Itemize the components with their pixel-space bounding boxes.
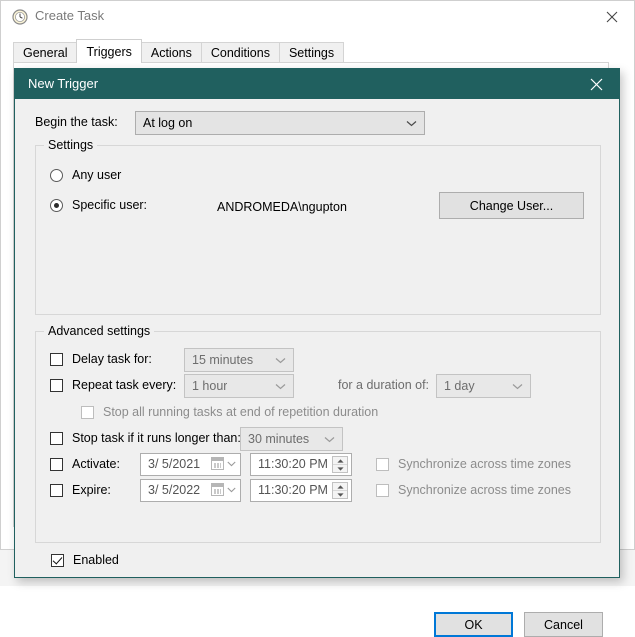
specific-user-value: ANDROMEDA\ngupton xyxy=(217,200,347,214)
any-user-radio[interactable]: Any user xyxy=(50,168,121,182)
spinner-down-icon xyxy=(333,491,347,498)
ok-button[interactable]: OK xyxy=(434,612,513,637)
begin-task-label: Begin the task: xyxy=(35,115,118,129)
chevron-down-icon xyxy=(324,428,335,450)
expire-date-value: 3/ 5/2022 xyxy=(148,483,201,497)
checkbox-indicator xyxy=(50,483,63,497)
tab-settings[interactable]: Settings xyxy=(278,42,345,63)
tab-triggers[interactable]: Triggers xyxy=(76,39,142,63)
duration-value: 1 day xyxy=(444,379,475,393)
specific-user-label: Specific user: xyxy=(72,198,148,212)
stop-all-running-tasks-label: Stop all running tasks at end of repetit… xyxy=(103,405,379,419)
spinner-down-icon xyxy=(333,465,347,472)
checkbox-indicator xyxy=(81,405,94,419)
expire-date-input[interactable]: 3/ 5/2022 xyxy=(140,479,241,502)
chevron-down-icon xyxy=(406,112,417,134)
duration-label: for a duration of: xyxy=(338,378,430,392)
change-user-button[interactable]: Change User... xyxy=(439,192,584,219)
expire-time-value: 11:30:20 PM xyxy=(258,483,328,497)
activate-date-value: 3/ 5/2021 xyxy=(148,457,201,471)
repeat-task-label: Repeat task every: xyxy=(72,378,177,392)
delay-task-value: 15 minutes xyxy=(192,353,254,367)
checkbox-indicator xyxy=(50,352,63,366)
expire-label: Expire: xyxy=(72,483,111,497)
checkbox-indicator xyxy=(50,378,63,392)
radio-indicator xyxy=(50,198,63,212)
task-tabs: General Triggers Actions Conditions Sett… xyxy=(13,39,345,63)
new-trigger-titlebar: New Trigger xyxy=(15,69,619,99)
activate-sync-timezones-checkbox[interactable]: Synchronize across time zones xyxy=(376,457,571,471)
stop-all-running-tasks-checkbox[interactable]: Stop all running tasks at end of repetit… xyxy=(81,405,378,419)
settings-groupbox: Settings Any user Specific user: ANDROME… xyxy=(35,138,601,315)
activate-label: Activate: xyxy=(72,457,120,471)
checkbox-indicator xyxy=(50,431,63,445)
checkbox-indicator xyxy=(50,457,63,471)
tab-actions[interactable]: Actions xyxy=(140,42,202,63)
enabled-label: Enabled xyxy=(73,553,119,567)
repeat-task-select[interactable]: 1 hour xyxy=(184,374,294,398)
cancel-button[interactable]: Cancel xyxy=(524,612,603,637)
expire-sync-timezones-label: Synchronize across time zones xyxy=(398,483,571,497)
expire-time-spinner[interactable] xyxy=(332,482,348,499)
create-task-title: Create Task xyxy=(35,8,105,23)
activate-checkbox[interactable]: Activate: xyxy=(50,457,120,471)
chevron-down-icon xyxy=(512,375,523,397)
calendar-icon xyxy=(211,457,224,470)
new-trigger-dialog: New Trigger Begin the task: At log on Se… xyxy=(14,68,620,637)
stop-task-select[interactable]: 30 minutes xyxy=(240,427,343,451)
radio-indicator xyxy=(50,168,63,182)
expire-checkbox[interactable]: Expire: xyxy=(50,483,111,497)
checkbox-indicator xyxy=(51,553,64,567)
expire-time-input[interactable]: 11:30:20 PM xyxy=(250,479,352,502)
create-task-titlebar: Create Task xyxy=(1,1,634,32)
activate-time-value: 11:30:20 PM xyxy=(258,457,328,471)
repeat-task-checkbox[interactable]: Repeat task every: xyxy=(50,378,176,392)
delay-task-checkbox[interactable]: Delay task for: xyxy=(50,352,152,366)
tab-general[interactable]: General xyxy=(13,42,78,63)
enabled-checkbox[interactable]: Enabled xyxy=(51,553,119,567)
close-icon xyxy=(606,11,618,22)
chevron-down-icon xyxy=(275,349,286,371)
new-trigger-title: New Trigger xyxy=(28,76,99,91)
begin-task-row: Begin the task: At log on xyxy=(35,111,601,135)
duration-select[interactable]: 1 day xyxy=(436,374,531,398)
chevron-down-icon xyxy=(227,487,236,492)
activate-sync-timezones-label: Synchronize across time zones xyxy=(398,457,571,471)
settings-group-title: Settings xyxy=(44,138,98,152)
stop-task-checkbox[interactable]: Stop task if it runs longer than: xyxy=(50,431,241,445)
calendar-icon xyxy=(211,483,224,496)
begin-task-value: At log on xyxy=(143,116,193,130)
new-trigger-close-button[interactable] xyxy=(574,69,619,99)
stop-task-label: Stop task if it runs longer than: xyxy=(72,431,241,445)
create-task-close-button[interactable] xyxy=(590,1,634,32)
clock-icon xyxy=(12,9,28,25)
activate-time-input[interactable]: 11:30:20 PM xyxy=(250,453,352,476)
expire-sync-timezones-checkbox[interactable]: Synchronize across time zones xyxy=(376,483,571,497)
specific-user-radio[interactable]: Specific user: xyxy=(50,198,147,212)
spinner-up-icon xyxy=(333,457,347,464)
any-user-label: Any user xyxy=(72,168,122,182)
tab-conditions[interactable]: Conditions xyxy=(200,42,280,63)
activate-date-input[interactable]: 3/ 5/2021 xyxy=(140,453,241,476)
chevron-down-icon xyxy=(227,461,236,466)
stop-task-value: 30 minutes xyxy=(248,432,310,446)
delay-task-select[interactable]: 15 minutes xyxy=(184,348,294,372)
advanced-settings-groupbox: Advanced settings Delay task for: 15 min… xyxy=(35,324,601,543)
new-trigger-body: Begin the task: At log on Settings Any u… xyxy=(15,99,619,637)
activate-time-spinner[interactable] xyxy=(332,456,348,473)
delay-task-label: Delay task for: xyxy=(72,352,152,366)
checkbox-indicator xyxy=(376,483,389,497)
spinner-up-icon xyxy=(333,483,347,490)
chevron-down-icon xyxy=(275,375,286,397)
advanced-settings-group-title: Advanced settings xyxy=(44,324,155,338)
repeat-task-value: 1 hour xyxy=(192,379,228,393)
checkbox-indicator xyxy=(376,457,389,471)
close-icon xyxy=(590,78,603,90)
begin-task-select[interactable]: At log on xyxy=(135,111,425,135)
